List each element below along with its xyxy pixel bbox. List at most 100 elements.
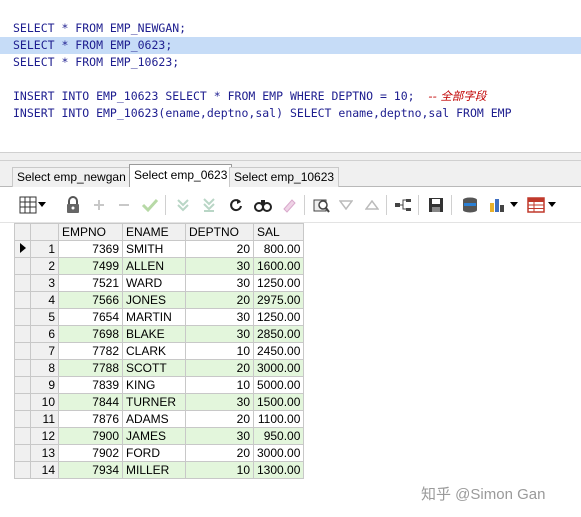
cell-deptno[interactable]: 30 [185, 257, 254, 275]
row-number[interactable]: 12 [30, 427, 59, 445]
cell-ename[interactable]: SMITH [122, 240, 186, 258]
cell-sal[interactable]: 2850.00 [252, 325, 305, 343]
tab-select-emp-10623[interactable]: Select emp_10623 [229, 167, 340, 187]
table-row[interactable]: 10 7844 TURNER 30 1500.00 [14, 393, 305, 411]
row-number[interactable]: 14 [30, 461, 59, 479]
lock-icon[interactable] [63, 195, 83, 215]
row-indicator[interactable] [14, 461, 31, 479]
table-row[interactable]: 2 7499 ALLEN 30 1600.00 [14, 257, 305, 275]
cell-deptno[interactable]: 30 [185, 274, 254, 292]
cell-empno[interactable]: 7876 [58, 410, 123, 428]
cell-empno[interactable]: 7902 [58, 444, 123, 462]
row-number[interactable]: 11 [30, 410, 59, 428]
table-row[interactable]: 13 7902 FORD 20 3000.00 [14, 444, 305, 462]
cell-deptno[interactable]: 30 [185, 427, 254, 445]
dropdown-arrow-icon[interactable] [546, 195, 558, 215]
table-row[interactable]: 14 7934 MILLER 10 1300.00 [14, 461, 305, 479]
refresh-icon[interactable] [226, 195, 246, 215]
table-row[interactable]: 11 7876 ADAMS 20 1100.00 [14, 410, 305, 428]
table-icon[interactable] [526, 195, 546, 215]
fetch-next-icon[interactable] [173, 195, 193, 215]
cell-ename[interactable]: SCOTT [122, 359, 186, 377]
save-icon[interactable] [426, 195, 446, 215]
cell-deptno[interactable]: 10 [185, 461, 254, 479]
cell-ename[interactable]: ALLEN [122, 257, 186, 275]
row-indicator[interactable] [14, 410, 31, 428]
row-number[interactable]: 3 [30, 274, 59, 292]
cell-ename[interactable]: FORD [122, 444, 186, 462]
cell-sal[interactable]: 2450.00 [252, 342, 305, 360]
table-row[interactable]: 9 7839 KING 10 5000.00 [14, 376, 305, 394]
row-indicator[interactable] [14, 308, 31, 326]
table-row[interactable]: 12 7900 JAMES 30 950.00 [14, 427, 305, 445]
cell-ename[interactable]: BLAKE [122, 325, 186, 343]
column-header-sal[interactable]: SAL [252, 223, 305, 241]
cell-sal[interactable]: 3000.00 [252, 444, 305, 462]
cell-empno[interactable]: 7521 [58, 274, 123, 292]
cell-empno[interactable]: 7698 [58, 325, 123, 343]
delete-record-icon[interactable] [114, 195, 134, 215]
cell-ename[interactable]: CLARK [122, 342, 186, 360]
cell-empno[interactable]: 7654 [58, 308, 123, 326]
code-line[interactable]: SELECT * FROM EMP_10623; [0, 54, 581, 71]
cell-sal[interactable]: 800.00 [252, 240, 305, 258]
cell-empno[interactable]: 7839 [58, 376, 123, 394]
chart-icon[interactable] [488, 195, 508, 215]
cell-sal[interactable]: 1500.00 [252, 393, 305, 411]
cell-sal[interactable]: 1100.00 [252, 410, 305, 428]
export-icon[interactable] [460, 195, 480, 215]
cell-deptno[interactable]: 30 [185, 308, 254, 326]
cell-deptno[interactable]: 20 [185, 444, 254, 462]
table-row[interactable]: 4 7566 JONES 20 2975.00 [14, 291, 305, 309]
row-number[interactable]: 10 [30, 393, 59, 411]
link-icon[interactable] [393, 195, 413, 215]
filter-up-icon[interactable] [362, 195, 382, 215]
row-indicator[interactable] [14, 393, 31, 411]
cell-empno[interactable]: 7369 [58, 240, 123, 258]
cell-ename[interactable]: KING [122, 376, 186, 394]
row-indicator[interactable] [14, 274, 31, 292]
cell-deptno[interactable]: 20 [185, 359, 254, 377]
cell-ename[interactable]: TURNER [122, 393, 186, 411]
row-number[interactable]: 13 [30, 444, 59, 462]
cell-deptno[interactable]: 30 [185, 325, 254, 343]
row-number[interactable]: 2 [30, 257, 59, 275]
sql-editor[interactable]: SELECT * FROM EMP_NEWGAN; SELECT * FROM … [0, 0, 581, 152]
row-indicator[interactable] [14, 291, 31, 309]
cell-empno[interactable]: 7499 [58, 257, 123, 275]
cell-sal[interactable]: 3000.00 [252, 359, 305, 377]
cell-sal[interactable]: 1250.00 [252, 274, 305, 292]
cell-deptno[interactable]: 20 [185, 410, 254, 428]
cell-sal[interactable]: 2975.00 [252, 291, 305, 309]
cell-deptno[interactable]: 30 [185, 393, 254, 411]
row-indicator[interactable] [14, 342, 31, 360]
row-number[interactable]: 9 [30, 376, 59, 394]
cell-empno[interactable]: 7844 [58, 393, 123, 411]
tab-select-emp-0623[interactable]: Select emp_0623 [129, 164, 233, 187]
filter-down-icon[interactable] [336, 195, 356, 215]
fetch-last-icon[interactable] [199, 195, 219, 215]
cell-empno[interactable]: 7934 [58, 461, 123, 479]
table-row[interactable]: 8 7788 SCOTT 20 3000.00 [14, 359, 305, 377]
row-indicator[interactable] [14, 240, 31, 258]
row-indicator[interactable] [14, 427, 31, 445]
column-header-ename[interactable]: ENAME [122, 223, 186, 241]
cell-deptno[interactable]: 20 [185, 291, 254, 309]
cell-sal[interactable]: 1250.00 [252, 308, 305, 326]
cell-ename[interactable]: WARD [122, 274, 186, 292]
find-icon[interactable] [253, 195, 273, 215]
cell-deptno[interactable]: 10 [185, 376, 254, 394]
row-number[interactable]: 6 [30, 325, 59, 343]
cell-empno[interactable]: 7900 [58, 427, 123, 445]
tab-select-emp-newgan[interactable]: Select emp_newgan [12, 167, 131, 187]
query-by-example-icon[interactable] [311, 195, 331, 215]
row-number[interactable]: 7 [30, 342, 59, 360]
code-line[interactable] [0, 71, 581, 88]
clear-icon[interactable] [279, 195, 299, 215]
cell-empno[interactable]: 7566 [58, 291, 123, 309]
row-indicator[interactable] [14, 325, 31, 343]
dropdown-arrow-icon[interactable] [508, 195, 520, 215]
row-number[interactable]: 4 [30, 291, 59, 309]
table-row[interactable]: 1 7369 SMITH 20 800.00 [14, 240, 305, 258]
column-header-deptno[interactable]: DEPTNO [185, 223, 254, 241]
